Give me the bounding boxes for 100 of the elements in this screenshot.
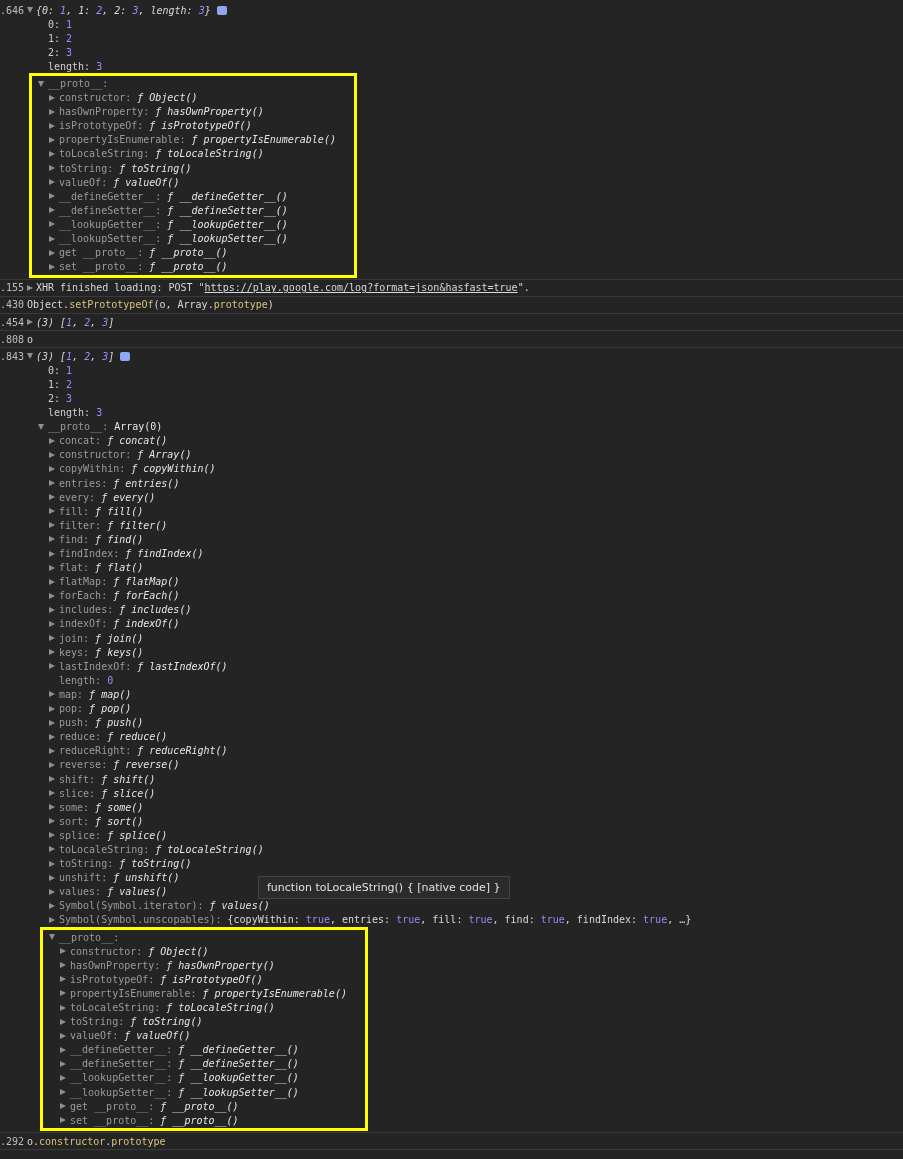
expand-arrow-icon[interactable] <box>49 592 55 599</box>
expand-arrow-icon[interactable] <box>60 976 66 983</box>
expand-arrow-icon[interactable] <box>49 207 55 214</box>
property-value: ƒ join() <box>95 632 144 644</box>
expand-arrow-icon[interactable] <box>60 1103 66 1110</box>
property-name: copyWithin: <box>59 463 126 475</box>
property-value: ƒ concat() <box>107 435 168 447</box>
property-value: ƒ propertyIsEnumerable() <box>202 987 347 999</box>
expand-arrow-icon[interactable] <box>60 1032 66 1039</box>
expand-arrow-icon[interactable] <box>49 165 55 172</box>
expand-arrow-icon[interactable] <box>49 888 55 895</box>
value-preview: (3) [1, 2, 3] <box>36 316 115 328</box>
collapse-arrow-icon[interactable] <box>27 7 33 14</box>
property-name: shift: <box>59 773 96 785</box>
expand-arrow-icon[interactable] <box>49 508 55 515</box>
expand-arrow-icon[interactable] <box>49 804 55 811</box>
expand-arrow-icon[interactable] <box>49 536 55 543</box>
expand-arrow-icon[interactable] <box>49 522 55 529</box>
expand-arrow-icon[interactable] <box>49 860 55 867</box>
expand-arrow-icon[interactable] <box>49 747 55 754</box>
property-name: __proto__: <box>48 421 109 433</box>
property-name: constructor: <box>70 945 143 957</box>
property-value: ƒ valueOf() <box>113 176 180 188</box>
expand-arrow-icon[interactable] <box>49 663 55 670</box>
property-name: splice: <box>59 829 102 841</box>
expand-arrow-icon[interactable] <box>60 1117 66 1124</box>
expand-arrow-icon[interactable] <box>27 284 33 291</box>
expand-arrow-icon[interactable] <box>49 179 55 186</box>
value-preview: {0: 1, 1: 2, 2: 3, length: 3} <box>36 4 211 16</box>
expand-arrow-icon[interactable] <box>49 550 55 557</box>
link[interactable]: https://play.google.com/log?format=json&hasfast=true <box>204 282 518 294</box>
property-value: ƒ unshift() <box>113 872 180 884</box>
property-name: constructor: <box>59 449 132 461</box>
collapse-arrow-icon[interactable] <box>38 80 44 87</box>
expand-arrow-icon[interactable] <box>49 691 55 698</box>
collapse-arrow-icon[interactable] <box>38 423 44 430</box>
expand-arrow-icon[interactable] <box>49 818 55 825</box>
expand-arrow-icon[interactable] <box>49 719 55 726</box>
expand-arrow-icon[interactable] <box>49 249 55 256</box>
expand-arrow-icon[interactable] <box>49 790 55 797</box>
expand-arrow-icon[interactable] <box>60 1046 66 1053</box>
expand-arrow-icon[interactable] <box>49 193 55 200</box>
property-value: ƒ toString() <box>119 858 192 870</box>
property-value: ƒ __lookupSetter__() <box>178 1086 299 1098</box>
property-value: Array(0) <box>114 421 163 433</box>
expand-arrow-icon[interactable] <box>49 902 55 909</box>
expand-arrow-icon[interactable] <box>60 1018 66 1025</box>
expand-arrow-icon[interactable] <box>49 705 55 712</box>
expand-arrow-icon[interactable] <box>49 776 55 782</box>
expand-arrow-icon[interactable] <box>49 437 55 444</box>
tooltip: function toLocaleString() { [native code] } <box>258 876 510 899</box>
expand-arrow-icon[interactable] <box>49 122 55 129</box>
property-value: ƒ values() <box>209 900 270 912</box>
expand-arrow-icon[interactable] <box>60 962 66 969</box>
property-name: lastIndexOf: <box>59 660 132 672</box>
expand-arrow-icon[interactable] <box>60 1089 66 1096</box>
expand-arrow-icon[interactable] <box>49 733 55 740</box>
property-name: 1: <box>48 32 61 44</box>
expand-arrow-icon[interactable] <box>49 94 55 101</box>
expand-arrow-icon[interactable] <box>49 874 55 881</box>
expand-arrow-icon[interactable] <box>49 235 55 242</box>
property-value: ƒ pop() <box>89 703 132 715</box>
expand-arrow-icon[interactable] <box>60 1060 66 1067</box>
property-value: 0 <box>107 674 114 686</box>
expand-arrow-icon[interactable] <box>49 635 55 642</box>
property-name: join: <box>59 632 90 644</box>
expand-arrow-icon[interactable] <box>60 990 66 997</box>
expand-arrow-icon[interactable] <box>49 108 55 115</box>
expand-arrow-icon[interactable] <box>60 948 66 955</box>
expand-arrow-icon[interactable] <box>49 494 55 501</box>
expand-arrow-icon[interactable] <box>49 832 55 839</box>
expand-arrow-icon[interactable] <box>49 221 55 228</box>
property-name: __lookupGetter__: <box>59 218 162 230</box>
timestamp: .843 <box>0 350 26 362</box>
expand-arrow-icon[interactable] <box>49 578 55 585</box>
expand-arrow-icon[interactable] <box>49 263 55 270</box>
property-value: ƒ toLocaleString() <box>166 1002 275 1013</box>
property-name: set __proto__: <box>59 261 144 273</box>
expand-arrow-icon[interactable] <box>49 761 55 768</box>
expand-arrow-icon[interactable] <box>60 1075 66 1081</box>
expand-arrow-icon[interactable] <box>49 480 55 487</box>
expand-arrow-icon[interactable] <box>49 621 55 627</box>
expand-arrow-icon[interactable] <box>49 846 55 853</box>
expand-arrow-icon[interactable] <box>60 1004 66 1011</box>
property-name: Symbol(Symbol.unscopables): <box>59 914 222 926</box>
expand-arrow-icon[interactable] <box>49 465 55 472</box>
info-icon[interactable] <box>216 5 227 15</box>
expand-arrow-icon[interactable] <box>49 564 55 571</box>
expand-arrow-icon[interactable] <box>49 916 55 923</box>
info-icon[interactable] <box>120 351 131 361</box>
expand-arrow-icon[interactable] <box>49 649 55 656</box>
expand-arrow-icon[interactable] <box>27 319 33 325</box>
expand-arrow-icon[interactable] <box>49 151 55 157</box>
expand-arrow-icon[interactable] <box>49 136 55 143</box>
expand-arrow-icon[interactable] <box>49 606 55 613</box>
collapse-arrow-icon[interactable] <box>49 934 55 941</box>
property-value: ƒ __lookupGetter__() <box>167 218 288 230</box>
property-name: findIndex: <box>59 548 120 559</box>
expand-arrow-icon[interactable] <box>49 451 55 458</box>
collapse-arrow-icon[interactable] <box>27 353 33 360</box>
